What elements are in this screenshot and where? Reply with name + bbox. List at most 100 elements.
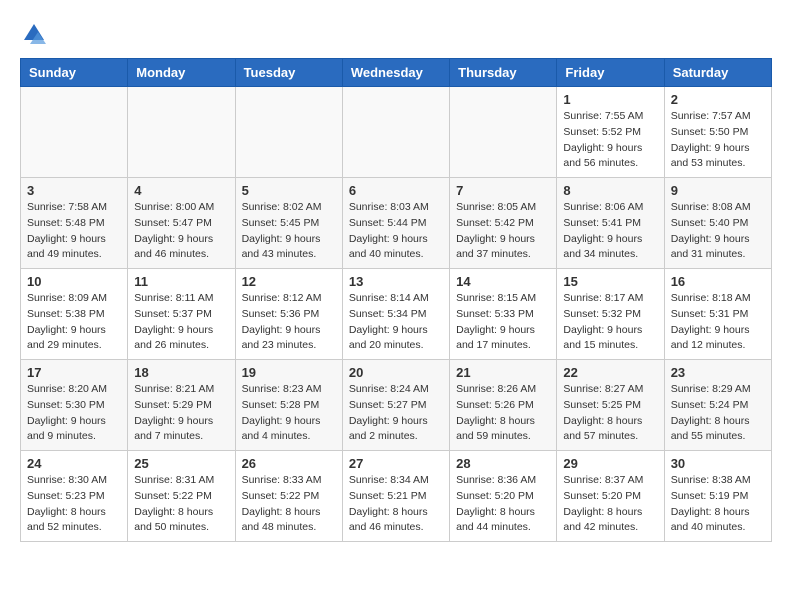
day-number: 21 — [456, 365, 550, 380]
day-info: Sunrise: 8:23 AM Sunset: 5:28 PM Dayligh… — [242, 382, 336, 445]
calendar-cell: 18 Sunrise: 8:21 AM Sunset: 5:29 PM Dayli… — [128, 360, 235, 451]
day-number: 12 — [242, 274, 336, 289]
day-info: Sunrise: 8:03 AM Sunset: 5:44 PM Dayligh… — [349, 200, 443, 263]
day-number: 19 — [242, 365, 336, 380]
calendar-cell: 16Sunrise: 8:18 AM Sunset: 5:31 PM Dayli… — [664, 269, 771, 360]
day-number: 3 — [27, 183, 121, 198]
calendar-cell — [342, 87, 449, 178]
day-number: 6 — [349, 183, 443, 198]
calendar-week-row: 24 Sunrise: 8:30 AM Sunset: 5:23 PM Dayli… — [21, 451, 772, 542]
day-number: 24 — [27, 456, 121, 471]
day-number: 13 — [349, 274, 443, 289]
day-info: Sunrise: 8:36 AM Sunset: 5:20 PM Dayligh… — [456, 473, 550, 536]
calendar-cell: 7Sunrise: 8:05 AM Sunset: 5:42 PM Daylig… — [450, 178, 557, 269]
calendar-cell — [450, 87, 557, 178]
logo — [20, 20, 46, 48]
day-info: Sunrise: 8:11 AM Sunset: 5:37 PM Dayligh… — [134, 291, 228, 354]
calendar-header-row: SundayMondayTuesdayWednesdayThursdayFrid… — [21, 59, 772, 87]
day-number: 8 — [563, 183, 657, 198]
day-number: 30 — [671, 456, 765, 471]
day-number: 4 — [134, 183, 228, 198]
day-info: Sunrise: 8:20 AM Sunset: 5:30 PM Dayligh… — [27, 382, 121, 445]
calendar-cell: 13 Sunrise: 8:14 AM Sunset: 5:34 PM Dayli… — [342, 269, 449, 360]
calendar-cell: 28 Sunrise: 8:36 AM Sunset: 5:20 PM Dayli… — [450, 451, 557, 542]
day-info: Sunrise: 8:18 AM Sunset: 5:31 PM Dayligh… — [671, 291, 765, 354]
calendar-cell: 21Sunrise: 8:26 AM Sunset: 5:26 PM Dayli… — [450, 360, 557, 451]
calendar-cell: 23 Sunrise: 8:29 AM Sunset: 5:24 PM Dayli… — [664, 360, 771, 451]
calendar-cell: 5 Sunrise: 8:02 AM Sunset: 5:45 PM Daylig… — [235, 178, 342, 269]
calendar-cell: 9 Sunrise: 8:08 AM Sunset: 5:40 PM Daylig… — [664, 178, 771, 269]
day-number: 28 — [456, 456, 550, 471]
calendar-cell: 14 Sunrise: 8:15 AM Sunset: 5:33 PM Dayli… — [450, 269, 557, 360]
weekday-header-tuesday: Tuesday — [235, 59, 342, 87]
day-number: 22 — [563, 365, 657, 380]
calendar-cell: 27Sunrise: 8:34 AM Sunset: 5:21 PM Dayli… — [342, 451, 449, 542]
day-number: 17 — [27, 365, 121, 380]
day-info: Sunrise: 8:24 AM Sunset: 5:27 PM Dayligh… — [349, 382, 443, 445]
calendar-cell: 29 Sunrise: 8:37 AM Sunset: 5:20 PM Dayli… — [557, 451, 664, 542]
weekday-header-friday: Friday — [557, 59, 664, 87]
day-number: 20 — [349, 365, 443, 380]
calendar-cell: 1 Sunrise: 7:55 AM Sunset: 5:52 PM Daylig… — [557, 87, 664, 178]
day-info: Sunrise: 8:00 AM Sunset: 5:47 PM Dayligh… — [134, 200, 228, 263]
day-info: Sunrise: 8:08 AM Sunset: 5:40 PM Dayligh… — [671, 200, 765, 263]
day-info: Sunrise: 7:58 AM Sunset: 5:48 PM Dayligh… — [27, 200, 121, 263]
weekday-header-saturday: Saturday — [664, 59, 771, 87]
page-header — [20, 20, 772, 48]
day-info: Sunrise: 8:29 AM Sunset: 5:24 PM Dayligh… — [671, 382, 765, 445]
calendar-cell: 19 Sunrise: 8:23 AM Sunset: 5:28 PM Dayli… — [235, 360, 342, 451]
calendar-cell — [21, 87, 128, 178]
calendar-cell: 8 Sunrise: 8:06 AM Sunset: 5:41 PM Daylig… — [557, 178, 664, 269]
day-number: 2 — [671, 92, 765, 107]
calendar-cell: 20 Sunrise: 8:24 AM Sunset: 5:27 PM Dayli… — [342, 360, 449, 451]
calendar-cell: 10 Sunrise: 8:09 AM Sunset: 5:38 PM Dayli… — [21, 269, 128, 360]
day-number: 9 — [671, 183, 765, 198]
calendar-cell: 6 Sunrise: 8:03 AM Sunset: 5:44 PM Daylig… — [342, 178, 449, 269]
day-info: Sunrise: 8:30 AM Sunset: 5:23 PM Dayligh… — [27, 473, 121, 536]
day-info: Sunrise: 8:14 AM Sunset: 5:34 PM Dayligh… — [349, 291, 443, 354]
calendar-cell: 3 Sunrise: 7:58 AM Sunset: 5:48 PM Daylig… — [21, 178, 128, 269]
day-number: 14 — [456, 274, 550, 289]
day-info: Sunrise: 8:33 AM Sunset: 5:22 PM Dayligh… — [242, 473, 336, 536]
day-info: Sunrise: 8:27 AM Sunset: 5:25 PM Dayligh… — [563, 382, 657, 445]
weekday-header-sunday: Sunday — [21, 59, 128, 87]
day-info: Sunrise: 8:06 AM Sunset: 5:41 PM Dayligh… — [563, 200, 657, 263]
day-info: Sunrise: 7:57 AM Sunset: 5:50 PM Dayligh… — [671, 109, 765, 172]
calendar-week-row: 17 Sunrise: 8:20 AM Sunset: 5:30 PM Dayli… — [21, 360, 772, 451]
calendar-cell: 30 Sunrise: 8:38 AM Sunset: 5:19 PM Dayli… — [664, 451, 771, 542]
day-info: Sunrise: 8:09 AM Sunset: 5:38 PM Dayligh… — [27, 291, 121, 354]
day-number: 1 — [563, 92, 657, 107]
day-info: Sunrise: 8:02 AM Sunset: 5:45 PM Dayligh… — [242, 200, 336, 263]
calendar-cell: 25 Sunrise: 8:31 AM Sunset: 5:22 PM Dayli… — [128, 451, 235, 542]
calendar-week-row: 3 Sunrise: 7:58 AM Sunset: 5:48 PM Daylig… — [21, 178, 772, 269]
day-info: Sunrise: 8:15 AM Sunset: 5:33 PM Dayligh… — [456, 291, 550, 354]
day-number: 5 — [242, 183, 336, 198]
weekday-header-wednesday: Wednesday — [342, 59, 449, 87]
day-number: 23 — [671, 365, 765, 380]
calendar-table: SundayMondayTuesdayWednesdayThursdayFrid… — [20, 58, 772, 542]
day-info: Sunrise: 8:34 AM Sunset: 5:21 PM Dayligh… — [349, 473, 443, 536]
day-info: Sunrise: 8:38 AM Sunset: 5:19 PM Dayligh… — [671, 473, 765, 536]
calendar-cell: 2 Sunrise: 7:57 AM Sunset: 5:50 PM Daylig… — [664, 87, 771, 178]
day-info: Sunrise: 8:31 AM Sunset: 5:22 PM Dayligh… — [134, 473, 228, 536]
calendar-cell: 4 Sunrise: 8:00 AM Sunset: 5:47 PM Daylig… — [128, 178, 235, 269]
weekday-header-thursday: Thursday — [450, 59, 557, 87]
day-info: Sunrise: 8:21 AM Sunset: 5:29 PM Dayligh… — [134, 382, 228, 445]
calendar-week-row: 10 Sunrise: 8:09 AM Sunset: 5:38 PM Dayli… — [21, 269, 772, 360]
day-info: Sunrise: 7:55 AM Sunset: 5:52 PM Dayligh… — [563, 109, 657, 172]
calendar-week-row: 1 Sunrise: 7:55 AM Sunset: 5:52 PM Daylig… — [21, 87, 772, 178]
logo-icon — [22, 20, 46, 48]
calendar-cell: 22 Sunrise: 8:27 AM Sunset: 5:25 PM Dayli… — [557, 360, 664, 451]
calendar-cell — [128, 87, 235, 178]
calendar-cell: 24 Sunrise: 8:30 AM Sunset: 5:23 PM Dayli… — [21, 451, 128, 542]
calendar-cell: 12Sunrise: 8:12 AM Sunset: 5:36 PM Dayli… — [235, 269, 342, 360]
day-number: 25 — [134, 456, 228, 471]
calendar-cell — [235, 87, 342, 178]
day-number: 10 — [27, 274, 121, 289]
day-number: 18 — [134, 365, 228, 380]
day-info: Sunrise: 8:37 AM Sunset: 5:20 PM Dayligh… — [563, 473, 657, 536]
day-number: 15 — [563, 274, 657, 289]
day-number: 29 — [563, 456, 657, 471]
day-number: 26 — [242, 456, 336, 471]
calendar-cell: 17 Sunrise: 8:20 AM Sunset: 5:30 PM Dayli… — [21, 360, 128, 451]
